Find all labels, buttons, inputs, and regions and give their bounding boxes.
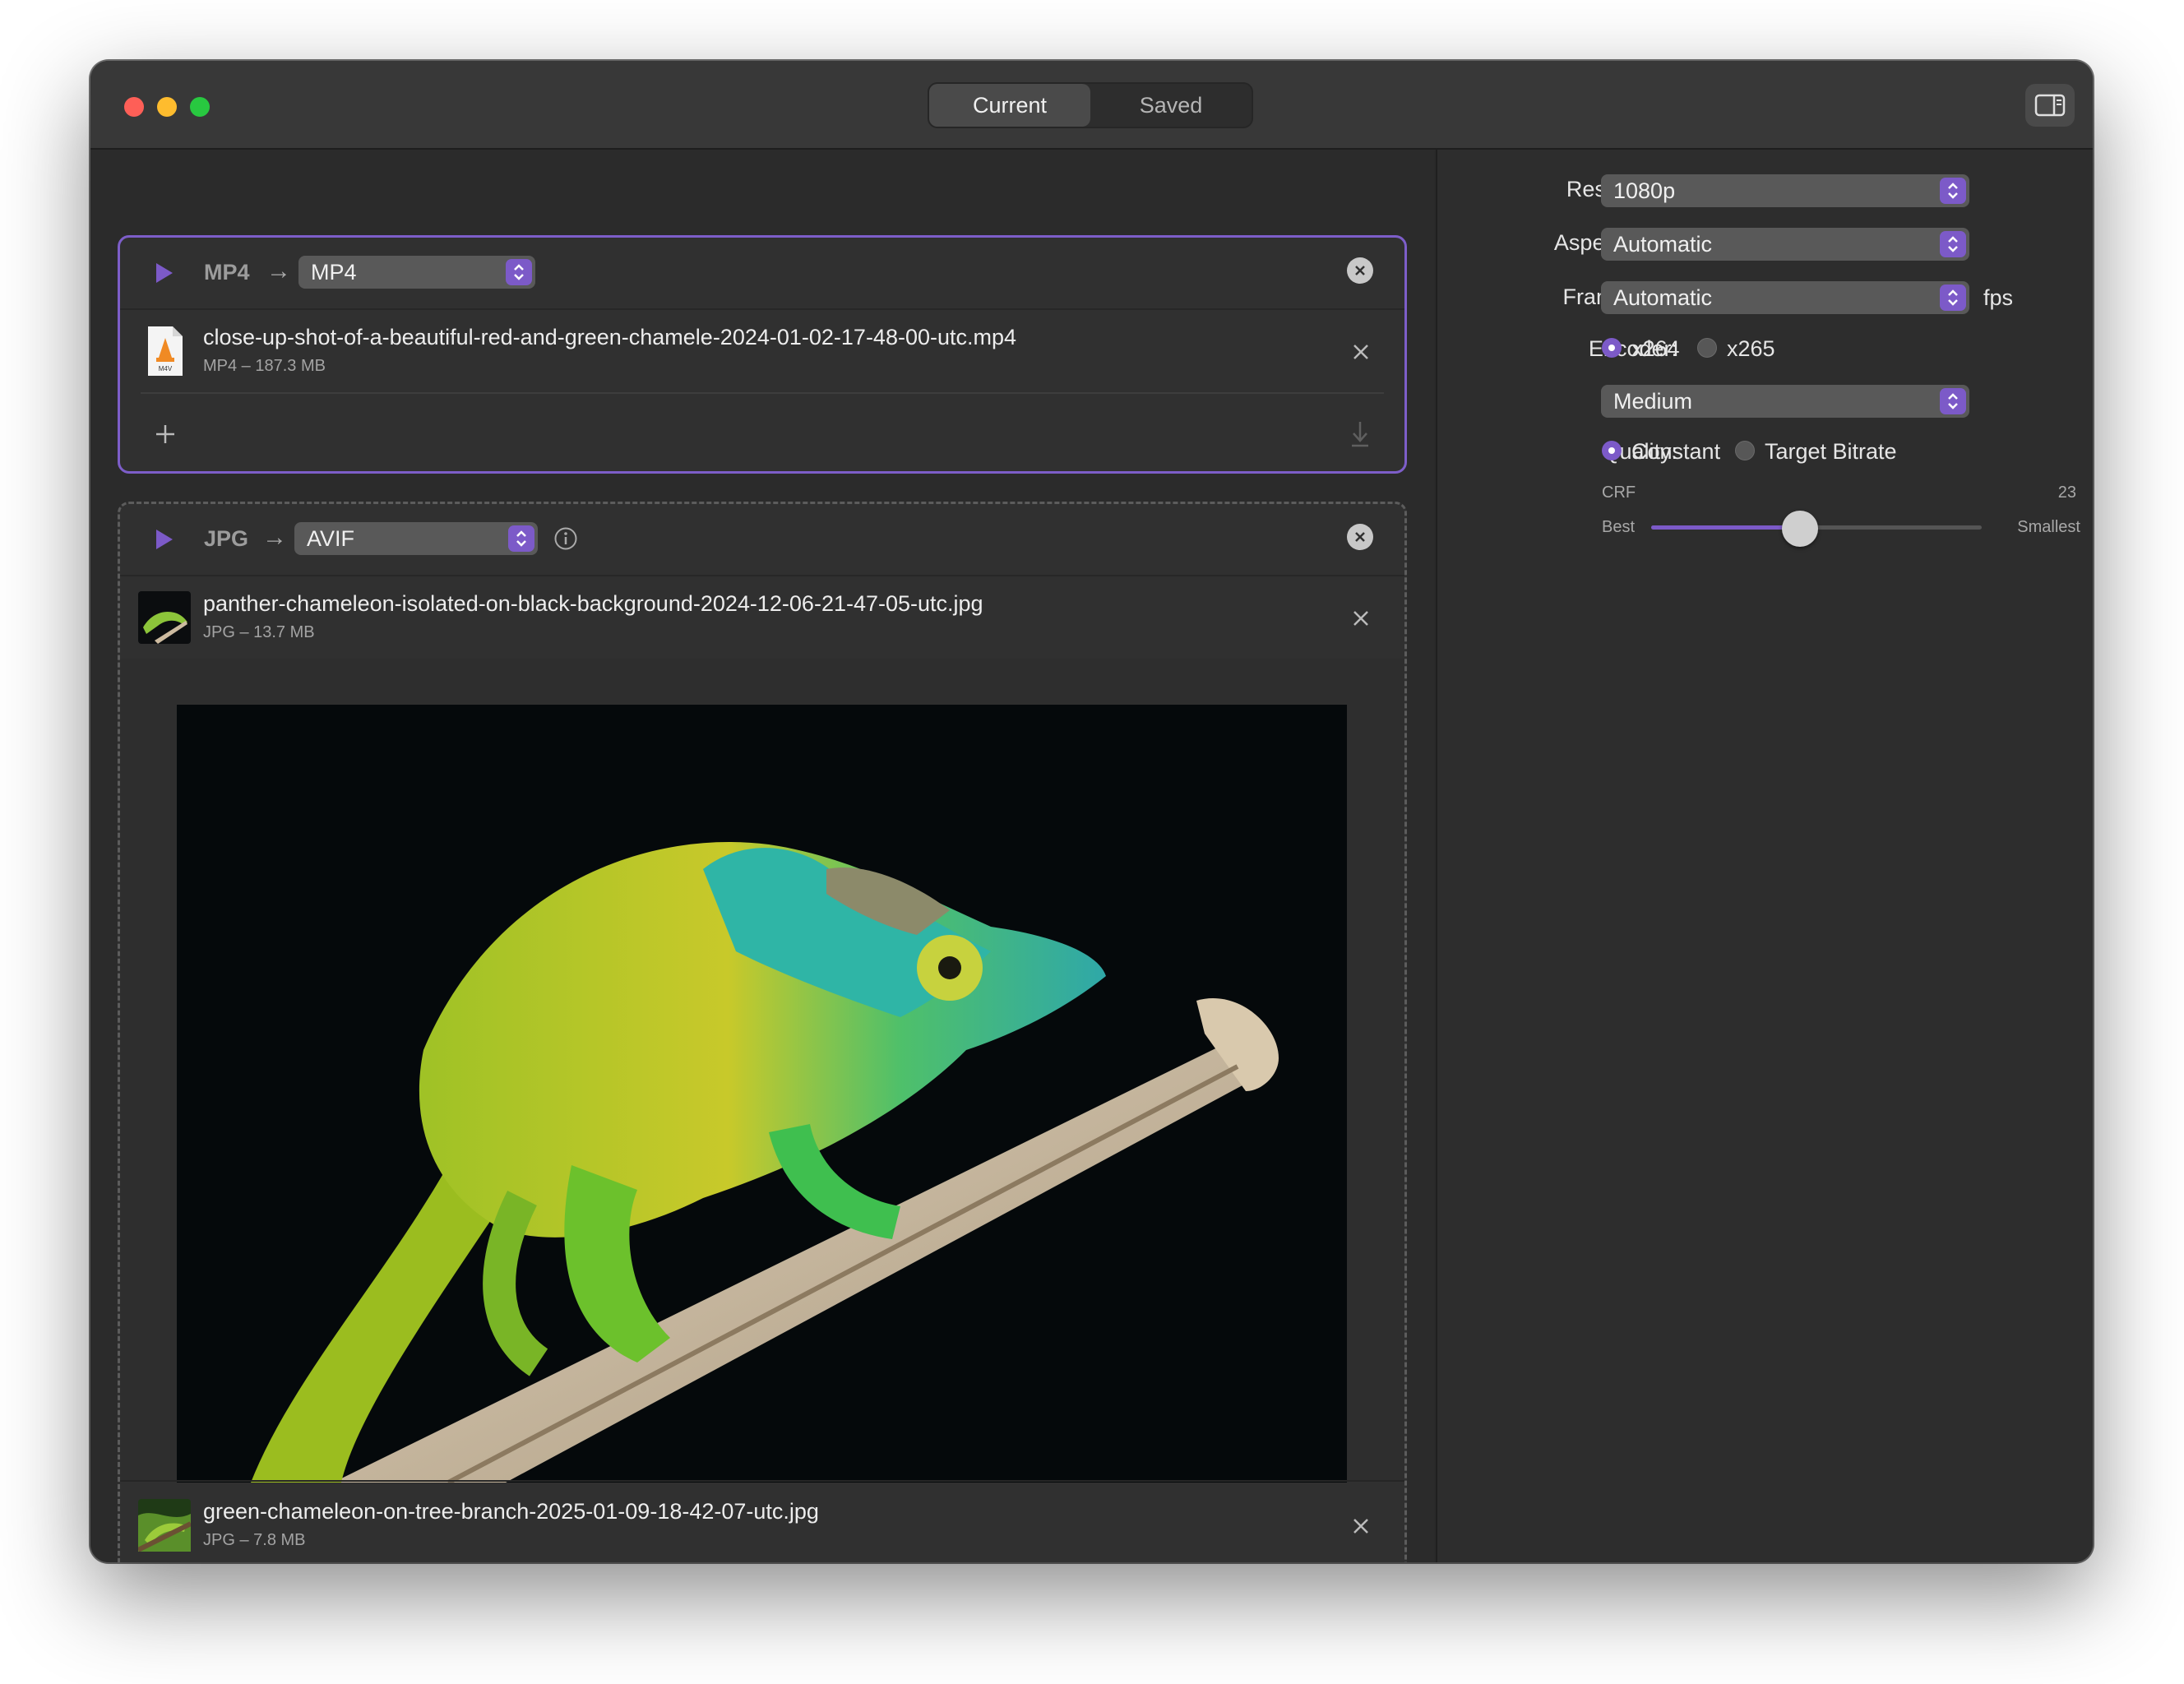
close-window-button[interactable] [124,97,144,117]
chevron-updown-icon [506,259,532,285]
play-icon[interactable] [155,262,174,284]
image-thumbnail [138,591,191,644]
download-icon[interactable] [1349,420,1371,448]
file-row[interactable]: green-chameleon-on-tree-branch-2025-01-0… [120,1486,1404,1562]
image-preview [177,705,1347,1483]
source-format-label: MP4 [204,260,250,285]
arrow-icon: → [262,524,287,551]
crf-slider-fill [1651,525,1800,530]
chameleon-photo [177,705,1347,1483]
preset-popup[interactable]: Medium [1601,385,1969,418]
target-format-popup[interactable]: AVIF [294,522,538,555]
close-icon [1355,532,1365,542]
conversion-group-mp4[interactable]: MP4 → MP4 M4V close-up-shot-of-a-beautif… [118,235,1407,474]
quality-constant-label[interactable]: Constant [1631,439,1720,465]
minimize-window-button[interactable] [157,97,177,117]
encoder-x265-radio[interactable] [1697,338,1717,358]
fps-unit-label: fps [1983,285,2014,310]
encoder-x264-label[interactable]: x264 [1631,336,1680,362]
target-format-value: MP4 [311,260,357,285]
resolution-value: 1080p [1613,178,1676,203]
slider-max-label: Smallest [2017,518,2080,536]
view-segmented-control: Current Saved [928,82,1253,128]
quality-target-bitrate-radio[interactable] [1735,441,1755,460]
chevron-updown-icon [1940,388,1966,414]
group-header: JPG → AVIF [120,504,1404,576]
slider-min-label: Best [1602,518,1636,536]
remove-group-button[interactable] [1347,257,1373,284]
zoom-window-button[interactable] [190,97,210,117]
file-meta: JPG – 13.7 MB [203,623,315,641]
crf-value: 23 [2057,483,2076,502]
file-name: close-up-shot-of-a-beautiful-red-and-gre… [203,325,1017,349]
app-window: Current Saved MP4 → MP4 M4V close-up-sho… [90,61,2093,1562]
title-bar: Current Saved [90,61,2093,150]
frame-rate-popup[interactable]: Automatic [1601,281,1969,314]
file-name: green-chameleon-on-tree-branch-2025-01-0… [203,1499,819,1524]
chevron-updown-icon [1940,231,1966,257]
encoder-x264-radio[interactable] [1602,338,1622,358]
remove-file-icon[interactable] [1350,608,1372,629]
remove-file-icon[interactable] [1350,1515,1372,1537]
aspect-ratio-value: Automatic [1613,232,1713,257]
add-file-icon[interactable] [155,423,176,445]
frame-rate-value: Automatic [1613,285,1713,310]
file-row[interactable]: M4V close-up-shot-of-a-beautiful-red-and… [120,312,1404,392]
file-row[interactable]: panther-chameleon-isolated-on-black-back… [120,578,1404,659]
file-meta: JPG – 7.8 MB [203,1531,306,1549]
conversion-group-jpg[interactable]: JPG → AVIF panther-chameleon-isolated-on… [118,502,1407,1562]
conversion-queue: MP4 → MP4 M4V close-up-shot-of-a-beautif… [90,150,1434,1562]
file-icon-label: M4V [159,365,173,372]
preset-value: Medium [1613,389,1693,414]
crf-label: CRF [1602,483,1636,502]
image-thumbnail [138,1499,191,1552]
group-header: MP4 → MP4 [120,238,1404,310]
aspect-ratio-popup[interactable]: Automatic [1601,228,1969,261]
target-format-popup[interactable]: MP4 [298,256,535,289]
divider [120,1480,1404,1482]
toggle-inspector-button[interactable] [2025,84,2075,127]
video-file-icon: M4V [148,326,183,376]
tab-saved[interactable]: Saved [1090,84,1252,127]
quality-constant-radio[interactable] [1602,441,1622,460]
resolution-popup[interactable]: 1080p [1601,174,1969,207]
remove-group-button[interactable] [1347,524,1373,550]
play-icon[interactable] [155,529,174,550]
crf-slider-knob[interactable] [1781,511,1818,547]
target-format-value: AVIF [307,526,355,551]
chevron-updown-icon [1940,178,1966,204]
chevron-updown-icon [508,525,534,552]
close-icon [1355,266,1365,275]
file-name: panther-chameleon-isolated-on-black-back… [203,591,983,616]
info-icon[interactable] [553,526,578,551]
quality-target-bitrate-label[interactable]: Target Bitrate [1765,439,1897,465]
sidebar-right-icon [2034,94,2066,117]
file-meta: MP4 – 187.3 MB [203,357,326,375]
chevron-updown-icon [1940,285,1966,311]
source-format-label: JPG [204,526,249,551]
remove-file-icon[interactable] [1350,341,1372,363]
tab-current[interactable]: Current [929,84,1090,127]
divider [141,392,1384,394]
arrow-icon: → [266,257,291,285]
encoder-x265-label[interactable]: x265 [1727,336,1775,362]
